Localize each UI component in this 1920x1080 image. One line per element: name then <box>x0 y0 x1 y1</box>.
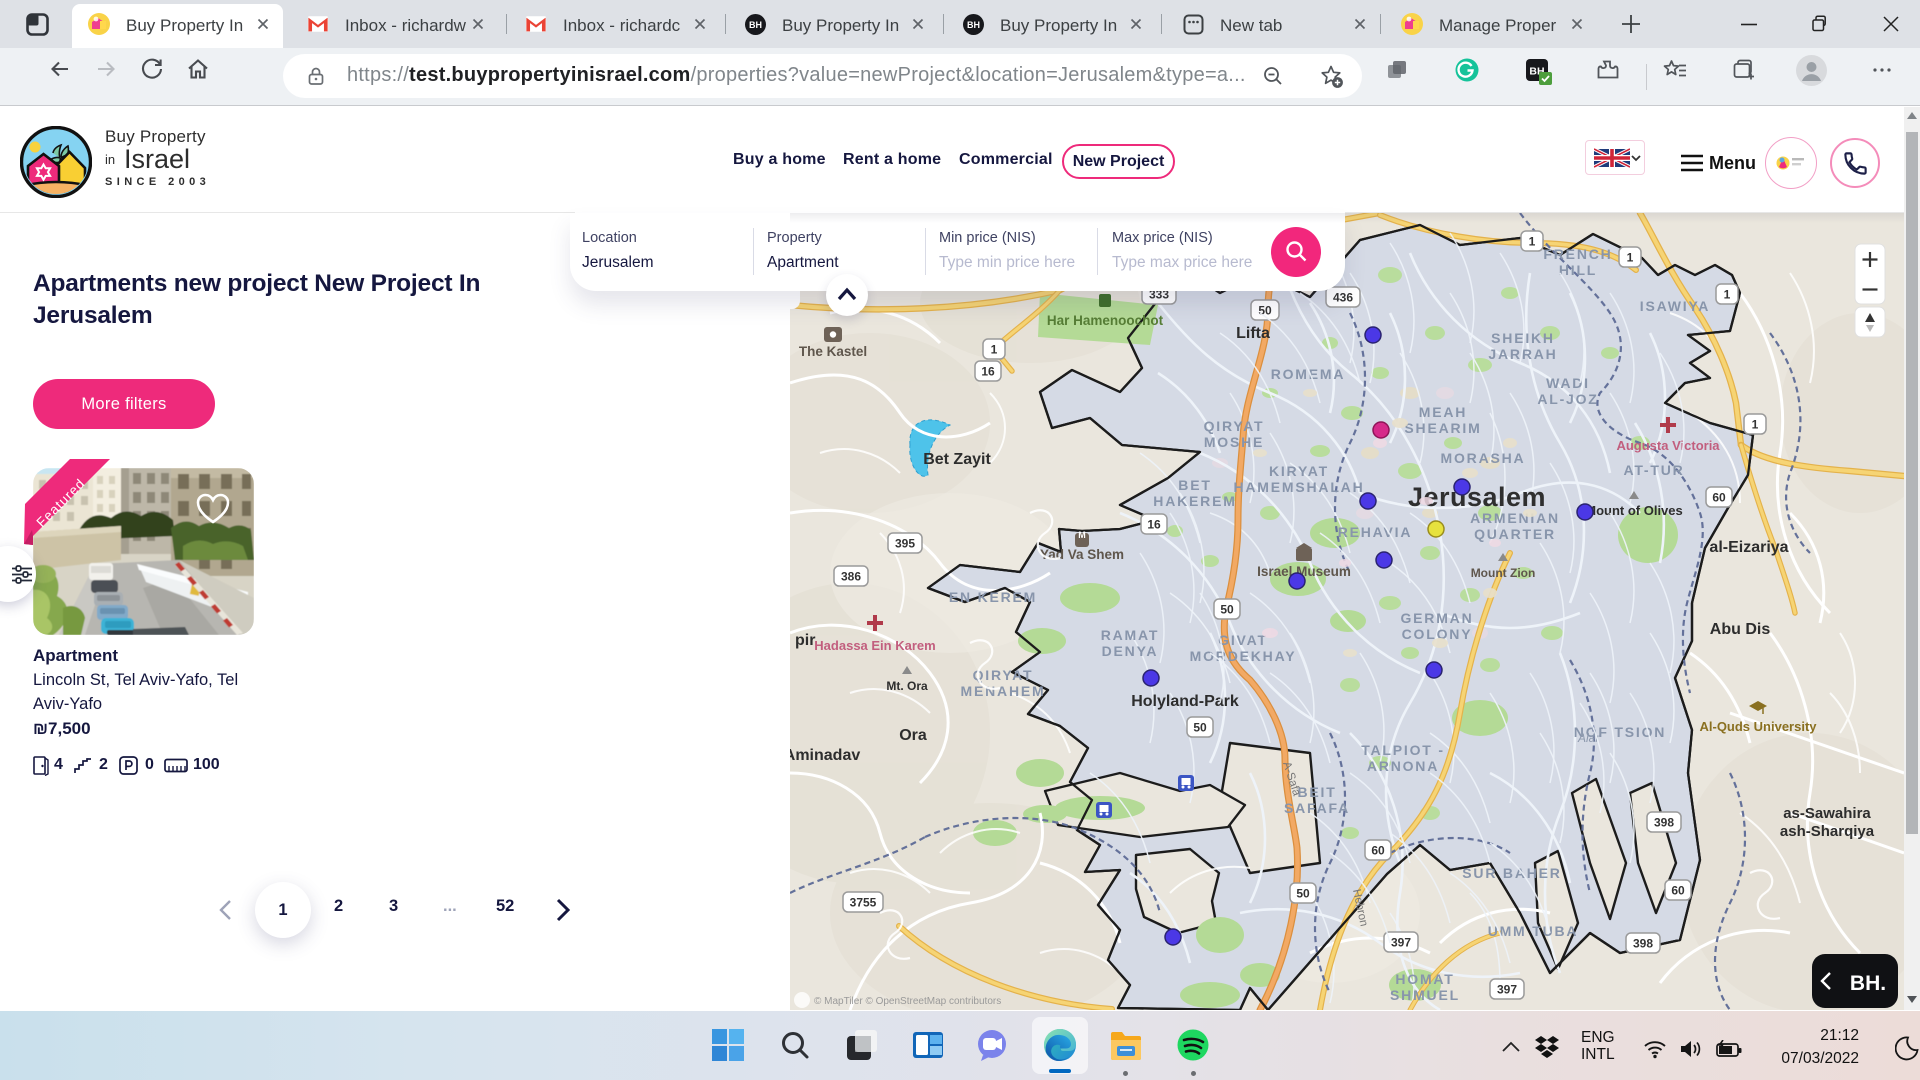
svg-text:Hadassa Ein Karem: Hadassa Ein Karem <box>814 638 935 653</box>
svg-text:50: 50 <box>1193 721 1207 735</box>
svg-text:The Kastel: The Kastel <box>799 344 867 359</box>
svg-text:398: 398 <box>1633 937 1653 951</box>
svg-text:Bet Zayit: Bet Zayit <box>923 451 991 468</box>
svg-text:MORASHA: MORASHA <box>1441 450 1526 466</box>
svg-text:ARMENIAN: ARMENIAN <box>1470 510 1560 526</box>
svg-text:16: 16 <box>981 365 995 379</box>
svg-text:1: 1 <box>1752 418 1759 432</box>
svg-text:HAMEMSHALAH: HAMEMSHALAH <box>1233 479 1364 495</box>
svg-text:HOMAT: HOMAT <box>1395 971 1454 987</box>
svg-text:QIRYAT: QIRYAT <box>973 667 1034 683</box>
svg-text:EN KEREM: EN KEREM <box>949 589 1037 605</box>
svg-text:RAMAT: RAMAT <box>1101 627 1160 643</box>
svg-text:FRENCH: FRENCH <box>1543 246 1612 262</box>
svg-text:395: 395 <box>895 537 915 551</box>
svg-text:60: 60 <box>1671 884 1685 898</box>
svg-text:ISAWIYA: ISAWIYA <box>1640 298 1710 314</box>
svg-text:DENYA: DENYA <box>1102 643 1159 659</box>
svg-text:BEIT: BEIT <box>1297 784 1336 800</box>
svg-text:WADI: WADI <box>1546 375 1590 391</box>
svg-text:GERMAN: GERMAN <box>1400 610 1473 626</box>
svg-text:QIRYAT: QIRYAT <box>1204 418 1265 434</box>
svg-text:Holyland-Park: Holyland-Park <box>1131 693 1239 710</box>
svg-text:MEAH: MEAH <box>1419 404 1467 420</box>
svg-text:386: 386 <box>841 570 861 584</box>
svg-text:Al-Quds University: Al-Quds University <box>1699 719 1817 734</box>
svg-text:KIRYAT: KIRYAT <box>1269 463 1329 479</box>
svg-text:397: 397 <box>1497 983 1517 997</box>
svg-text:50: 50 <box>1296 887 1310 901</box>
svg-text:HILL: HILL <box>1559 262 1597 278</box>
svg-text:MOSHE: MOSHE <box>1204 434 1264 450</box>
svg-text:SAFAFA: SAFAFA <box>1284 800 1350 816</box>
svg-text:QUARTER: QUARTER <box>1474 526 1556 542</box>
svg-text:BH: BH <box>967 20 980 30</box>
svg-text:BH: BH <box>749 20 762 30</box>
svg-text:16: 16 <box>1147 518 1161 532</box>
svg-text:SUR BAHER: SUR BAHER <box>1462 865 1561 881</box>
svg-text:Mount Zion: Mount Zion <box>1471 566 1536 580</box>
svg-text:1: 1 <box>1529 235 1536 249</box>
svg-text:Mt. Ora: Mt. Ora <box>886 679 928 693</box>
svg-text:ash-Sharqiya: ash-Sharqiya <box>1780 823 1875 840</box>
svg-text:Mount of Olives: Mount of Olives <box>1585 503 1683 518</box>
svg-text:3755: 3755 <box>850 896 877 910</box>
svg-text:Abu Dis: Abu Dis <box>1710 621 1771 638</box>
svg-text:1: 1 <box>1724 288 1731 302</box>
svg-text:Ora: Ora <box>899 727 927 744</box>
svg-text:HAKEREM: HAKEREM <box>1153 493 1236 509</box>
svg-text:398: 398 <box>1654 816 1674 830</box>
svg-text:SHEARIM: SHEARIM <box>1404 420 1481 436</box>
svg-text:MENAHEM: MENAHEM <box>961 683 1046 699</box>
svg-text:Lifta: Lifta <box>1236 325 1270 342</box>
svg-text:SHMUEL: SHMUEL <box>1390 987 1460 1003</box>
svg-text:50: 50 <box>1220 603 1234 617</box>
svg-text:AL-JOZ: AL-JOZ <box>1537 391 1598 407</box>
svg-text:M: M <box>1078 530 1086 540</box>
svg-text:1: 1 <box>1627 251 1634 265</box>
svg-text:GIVAT: GIVAT <box>1218 632 1268 648</box>
svg-text:TALPIOT -: TALPIOT - <box>1361 742 1445 758</box>
svg-text:436: 436 <box>1333 291 1353 305</box>
svg-text:60: 60 <box>1712 491 1726 505</box>
svg-text:MORDEKHAY: MORDEKHAY <box>1190 648 1297 664</box>
svg-text:Jerusalem: Jerusalem <box>1408 482 1546 512</box>
svg-text:© MapTiler © OpenStreetMap con: © MapTiler © OpenStreetMap contributors <box>814 996 1001 1007</box>
svg-text:as-Sawahira: as-Sawahira <box>1783 805 1871 822</box>
svg-text:pir: pir <box>795 632 815 649</box>
svg-text:al-Eizariya: al-Eizariya <box>1709 539 1788 556</box>
svg-text:AT-TUR: AT-TUR <box>1623 462 1684 478</box>
svg-text:BET: BET <box>1178 477 1211 493</box>
svg-text:60: 60 <box>1371 844 1385 858</box>
svg-text:ARNONA: ARNONA <box>1367 758 1439 774</box>
svg-text:1: 1 <box>991 343 998 357</box>
svg-text:BH.: BH. <box>1850 972 1886 995</box>
svg-text:Har Hamenoochot: Har Hamenoochot <box>1047 313 1164 328</box>
svg-text:397: 397 <box>1391 936 1411 950</box>
svg-text:50: 50 <box>1258 304 1272 318</box>
svg-text:Augusta Victoria: Augusta Victoria <box>1616 438 1720 453</box>
svg-text:Aminadav: Aminadav <box>790 747 860 764</box>
svg-text:REHAVIA: REHAVIA <box>1338 524 1413 540</box>
